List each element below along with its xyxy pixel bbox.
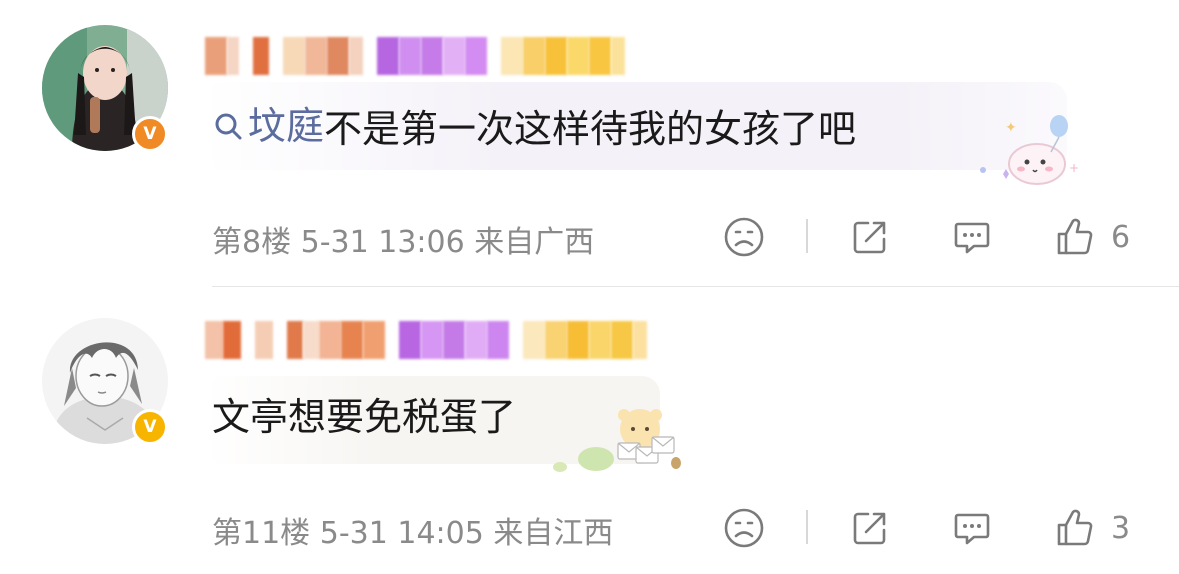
pixel-block <box>283 37 305 75</box>
post-date: 5-31 14:05 <box>319 516 484 551</box>
pixel-block <box>319 321 341 359</box>
dislike-face-icon <box>724 508 764 548</box>
comment-body-text: 不是第一次这样待我的女孩了吧 <box>324 107 857 151</box>
pixel-block <box>205 321 223 359</box>
action-bar: 3 <box>720 503 1160 553</box>
share-button[interactable] <box>848 212 892 262</box>
pixel-block <box>399 37 421 75</box>
pixel-block <box>611 37 625 75</box>
pixel-block <box>465 321 487 359</box>
share-icon <box>853 221 886 254</box>
pixel-block <box>523 37 545 75</box>
like-button[interactable]: 6 <box>1053 212 1130 262</box>
pixel-block <box>377 37 399 75</box>
pixel-block <box>363 321 385 359</box>
verified-badge: V <box>132 116 168 152</box>
search-icon <box>215 113 242 140</box>
pixel-block <box>633 321 647 359</box>
comment-text: 坟庭 不是第一次这样待我的女孩了吧 <box>212 104 856 151</box>
comment-text: 文亭想要免税蛋了 <box>212 395 517 439</box>
dislike-button[interactable] <box>722 212 766 262</box>
topic-link-text: 坟庭 <box>248 104 325 148</box>
pixel-block <box>349 37 363 75</box>
pixel-block <box>341 321 363 359</box>
comment-meta: 第11楼 5-31 14:05 来自江西 <box>212 508 613 552</box>
share-icon <box>853 512 886 545</box>
pixel-block <box>545 37 567 75</box>
pixel-block <box>545 321 567 359</box>
pixel-block <box>589 321 611 359</box>
pixel-block <box>501 37 523 75</box>
pixel-block <box>227 37 239 75</box>
pixel-block <box>399 321 421 359</box>
floor-number: 第8楼 <box>212 225 292 260</box>
svg-text:✦: ✦ <box>1005 120 1017 136</box>
svg-text:+: + <box>1069 161 1079 175</box>
pixel-block <box>223 321 241 359</box>
thumbs-up-icon <box>1057 509 1093 546</box>
pixel-block <box>303 321 319 359</box>
pixel-block <box>255 321 273 359</box>
comment-meta: 第8楼 5-31 13:06 来自广西 <box>212 217 594 261</box>
pixel-block <box>523 321 545 359</box>
verified-badge: V <box>132 409 168 445</box>
pixel-block <box>611 321 633 359</box>
bear-letters-sticker-icon <box>553 409 681 472</box>
share-button[interactable] <box>848 503 892 553</box>
like-count: 3 <box>1111 510 1131 546</box>
like-button[interactable]: 3 <box>1053 503 1130 553</box>
floor-number: 第11楼 <box>212 516 311 551</box>
like-count: 6 <box>1111 219 1131 255</box>
location: 来自广西 <box>474 225 595 260</box>
post-date: 5-31 13:06 <box>300 225 465 260</box>
username-pixelated[interactable] <box>205 35 625 77</box>
pixel-block <box>567 321 589 359</box>
pixel-block <box>287 321 303 359</box>
pixel-block <box>487 321 509 359</box>
pixel-block <box>305 37 327 75</box>
username-pixelated[interactable] <box>205 319 647 361</box>
comment-item: V 文亭想要免税蛋了 第11楼 5-31 14:05 来自江西 3 <box>0 287 1179 574</box>
pixel-block <box>253 37 269 75</box>
action-divider <box>806 510 808 544</box>
comment-button[interactable] <box>950 212 994 262</box>
action-bar: 6 <box>720 212 1160 262</box>
pixel-block <box>421 321 443 359</box>
pixel-block <box>421 37 443 75</box>
comment-icon <box>954 513 990 545</box>
location: 来自江西 <box>493 516 614 551</box>
pixel-block <box>465 37 487 75</box>
comment-button[interactable] <box>950 503 994 553</box>
thumbs-up-icon <box>1057 218 1093 255</box>
cloud-sticker-icon: ✦ + <box>980 115 1079 185</box>
pixel-block <box>327 37 349 75</box>
comment-item: V 坟庭 不是第一次这样待我的女孩了吧 ✦ + 第8楼 5-31 13:06 来… <box>0 0 1179 287</box>
topic-link[interactable]: 坟庭 <box>212 104 324 148</box>
pixel-block <box>205 37 227 75</box>
pixel-block <box>443 321 465 359</box>
pixel-block <box>443 37 465 75</box>
dislike-face-icon <box>724 217 764 257</box>
pixel-block <box>589 37 611 75</box>
dislike-button[interactable] <box>722 503 766 553</box>
comment-list: V 坟庭 不是第一次这样待我的女孩了吧 ✦ + 第8楼 5-31 13:06 来… <box>0 0 1179 574</box>
action-divider <box>806 219 808 253</box>
pixel-block <box>567 37 589 75</box>
comment-icon <box>954 222 990 254</box>
